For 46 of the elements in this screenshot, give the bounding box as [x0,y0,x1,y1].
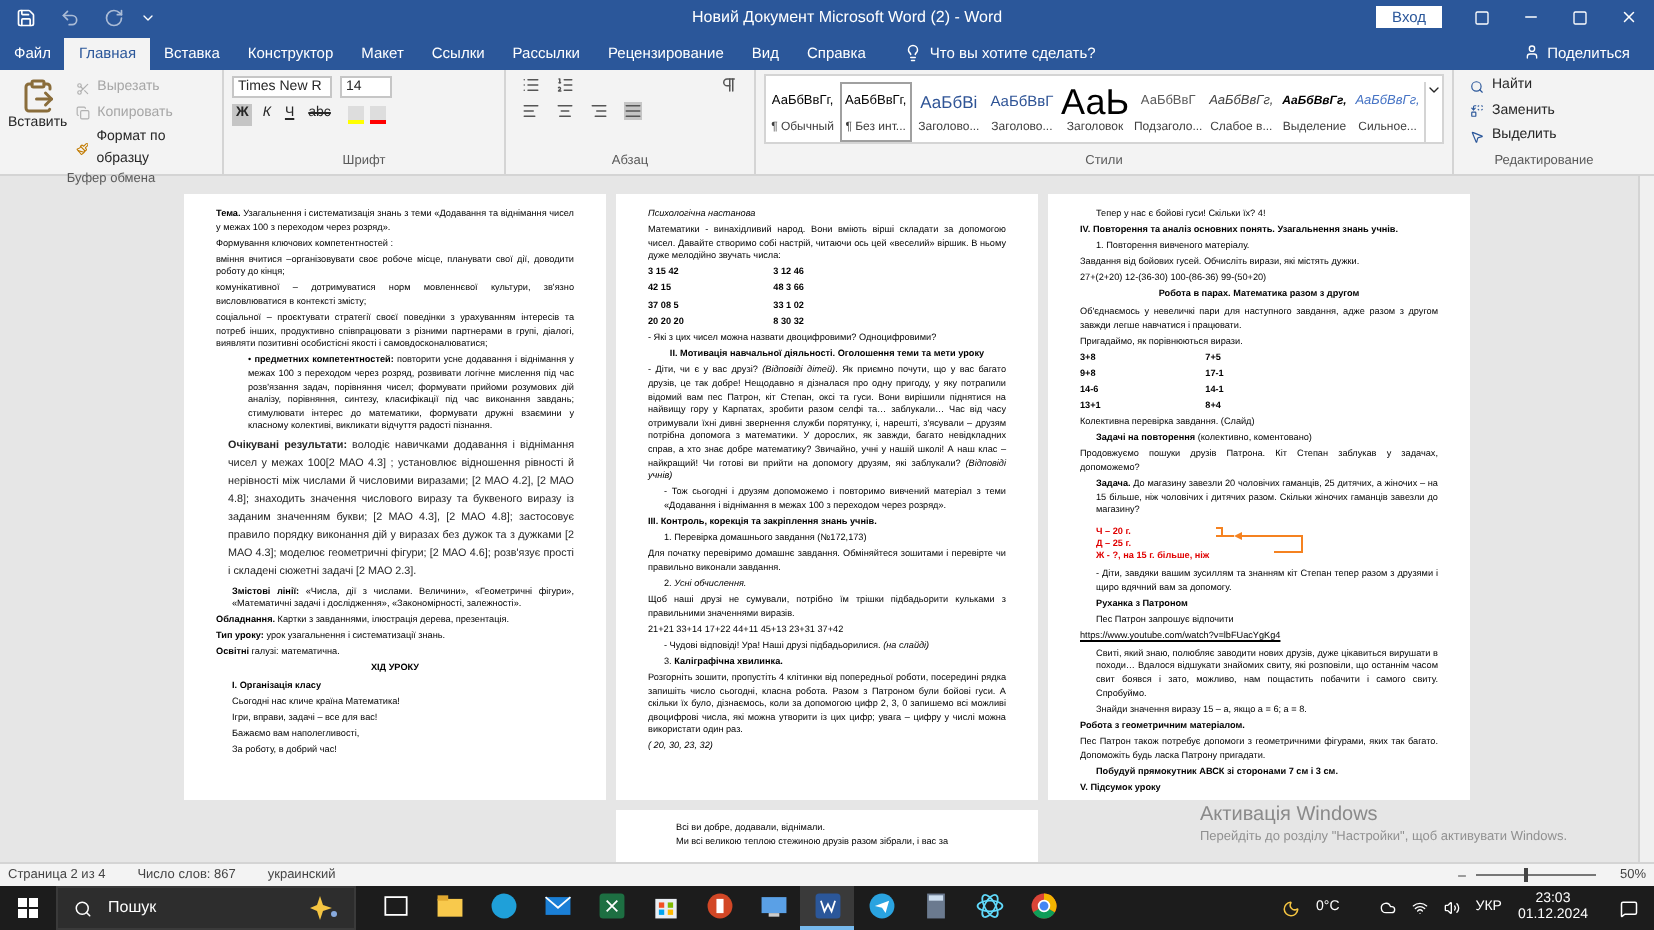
browser-icon [1027,890,1059,922]
cloud-icon[interactable] [1379,900,1396,916]
font-color-icon[interactable] [370,106,387,124]
maximize-icon[interactable] [1572,9,1588,25]
person-icon [1523,44,1540,61]
save-icon[interactable] [16,7,36,27]
document-icon [811,890,843,922]
window-title: Новий Документ Microsoft Word (2) - Word [692,5,1003,29]
copy-icon [75,106,90,121]
moon-icon [1282,899,1300,917]
bullet-list-icon[interactable] [522,76,540,94]
folder-icon [433,890,465,922]
pointer-icon [1470,129,1484,144]
globe-icon [487,890,519,922]
align-center-icon[interactable] [556,102,574,120]
search-icon [1470,79,1484,94]
align-right-icon[interactable] [590,102,608,120]
taskbar-search-field[interactable]: Пошук [56,886,356,930]
undo-icon[interactable] [60,7,80,27]
redo-icon[interactable] [104,7,124,27]
slides-icon [703,890,735,922]
notifications-icon[interactable] [1620,899,1638,917]
pilcrow-icon[interactable] [720,76,738,94]
paper-plane-icon [865,890,897,922]
lightbulb-icon [903,44,922,62]
paste-icon[interactable] [19,78,56,114]
volume-icon[interactable] [1443,900,1460,916]
close-icon[interactable] [1620,8,1638,26]
sparkle-icon [310,896,338,920]
activation-title: Активація Windows [1200,804,1380,828]
spreadsheet-icon [595,890,627,922]
network-icon[interactable] [1411,900,1428,916]
numbered-list-icon[interactable] [556,76,574,94]
scroll-styles-icon[interactable] [1426,82,1443,98]
zoom-thumb[interactable] [1523,868,1528,882]
paintbrush-icon [75,142,89,156]
justify-icon[interactable] [624,102,642,120]
atom-icon [973,890,1005,922]
taskbar-app[interactable] [800,886,854,930]
ribbon-display-icon[interactable] [1474,9,1490,25]
vertical-scrollbar[interactable] [1638,176,1654,862]
window-icon [379,890,411,922]
scissors-icon [75,81,90,96]
windows-logo-icon[interactable] [18,898,38,918]
align-left-icon[interactable] [522,102,540,120]
search-icon [74,899,92,917]
